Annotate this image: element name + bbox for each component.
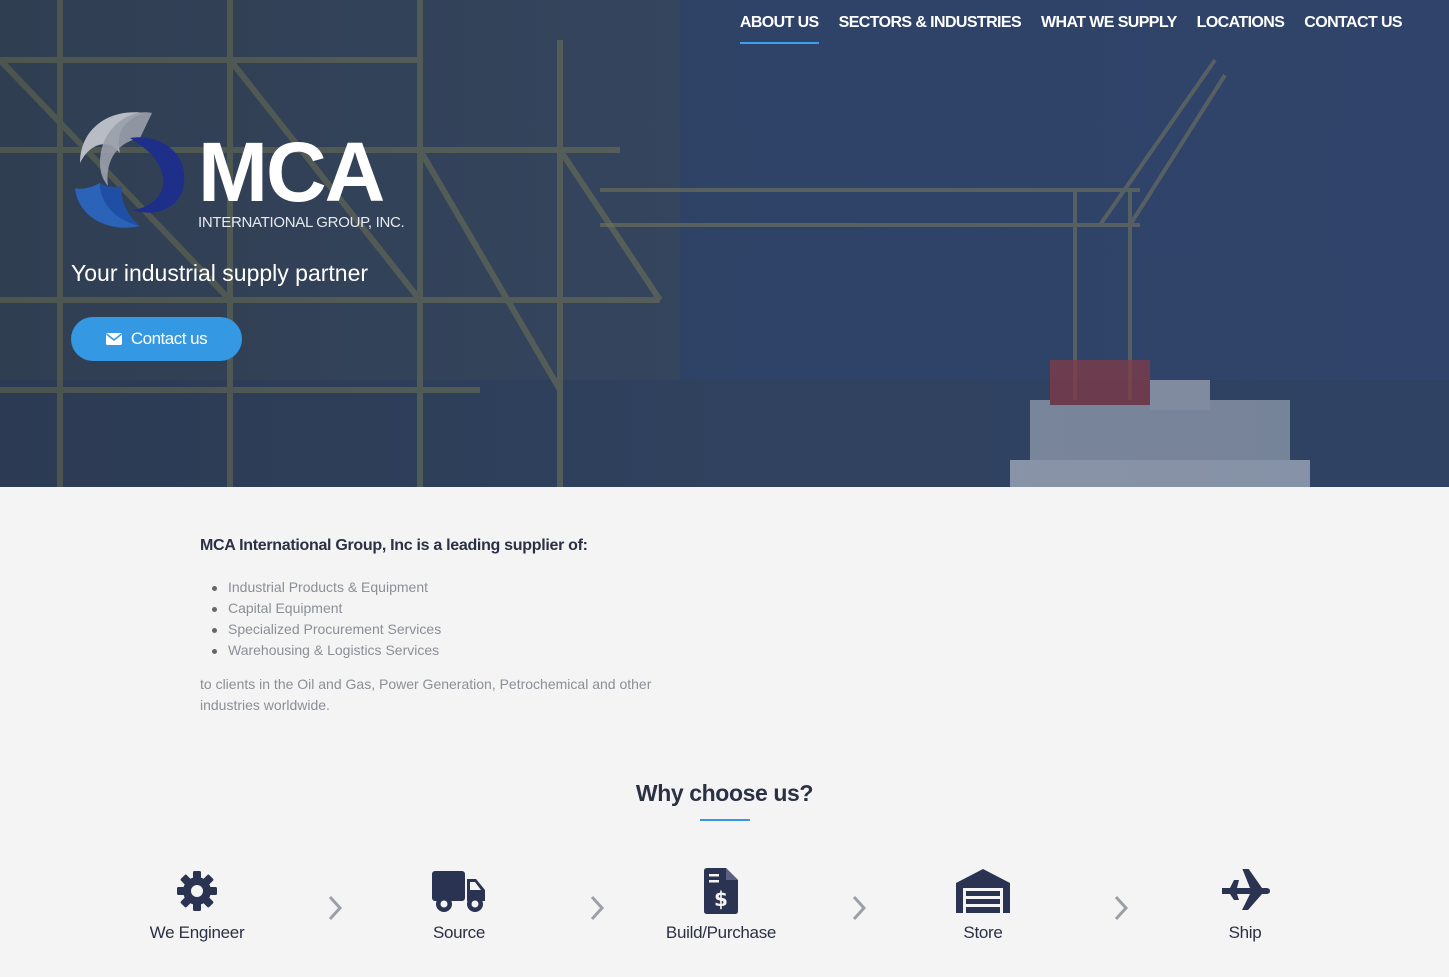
invoice-dollar-icon: $: [704, 868, 738, 914]
step-label: We Engineer: [149, 923, 245, 942]
process-steps: We Engineer Source $ Build/Purchase Stor…: [0, 866, 1449, 956]
nav-contact-us[interactable]: CONTACT US: [1304, 12, 1402, 44]
hero-tagline: Your industrial supply partner: [71, 260, 369, 286]
step-label: Ship: [1228, 923, 1262, 942]
why-choose-us-section: Why choose us?: [0, 780, 1449, 821]
logo-text: MCA: [198, 125, 385, 219]
step-store: Store: [903, 866, 1063, 943]
logo-subtext: INTERNATIONAL GROUP, INC.: [198, 214, 405, 231]
nav-sectors-industries[interactable]: SECTORS & INDUSTRIES: [839, 12, 1022, 44]
list-item: Capital Equipment: [212, 598, 680, 619]
warehouse-icon: [956, 869, 1010, 913]
chevron-right-icon: [1114, 895, 1129, 921]
step-ship: Ship: [1165, 866, 1325, 943]
intro-heading: MCA International Group, Inc is a leadin…: [200, 537, 588, 554]
chevron-right-icon: [328, 895, 343, 921]
company-logo[interactable]: MCA INTERNATIONAL GROUP, INC.: [70, 108, 430, 233]
supply-list: Industrial Products & Equipment Capital …: [212, 577, 680, 661]
contact-us-label: Contact us: [130, 329, 208, 348]
intro-tail-text: to clients in the Oil and Gas, Power Gen…: [200, 676, 652, 713]
hero-banner: ABOUT US SECTORS & INDUSTRIES WHAT WE SU…: [0, 0, 1449, 487]
step-label: Source: [432, 923, 486, 942]
nav-about-us[interactable]: ABOUT US: [739, 12, 819, 44]
chevron-right-icon: [590, 895, 605, 921]
list-item: Specialized Procurement Services: [212, 619, 680, 640]
why-heading: Why choose us?: [635, 780, 814, 806]
step-we-engineer: We Engineer: [117, 866, 277, 943]
truck-icon: [432, 871, 485, 912]
nav-locations[interactable]: LOCATIONS: [1197, 12, 1285, 44]
gear-icon: [177, 871, 217, 911]
svg-text:$: $: [714, 887, 728, 911]
list-item: Industrial Products & Equipment: [212, 577, 680, 598]
logo-swirl-icon: [75, 112, 185, 228]
step-build-purchase: $ Build/Purchase: [641, 866, 801, 943]
step-source: Source: [379, 866, 539, 943]
hero-overlay: [0, 0, 1449, 487]
plane-icon: [1222, 869, 1270, 910]
step-label: Build/Purchase: [665, 923, 777, 942]
nav-what-we-supply[interactable]: WHAT WE SUPPLY: [1041, 12, 1177, 44]
list-item: Warehousing & Logistics Services: [212, 640, 680, 661]
chevron-right-icon: [852, 895, 867, 921]
intro-section: MCA International Group, Inc is a leadin…: [200, 537, 680, 716]
main-nav: ABOUT US SECTORS & INDUSTRIES WHAT WE SU…: [739, 12, 1403, 44]
step-label: Store: [963, 923, 1003, 942]
contact-us-button[interactable]: Contact us: [71, 317, 242, 361]
heading-underline: [699, 819, 750, 821]
envelope-icon: [105, 333, 122, 345]
